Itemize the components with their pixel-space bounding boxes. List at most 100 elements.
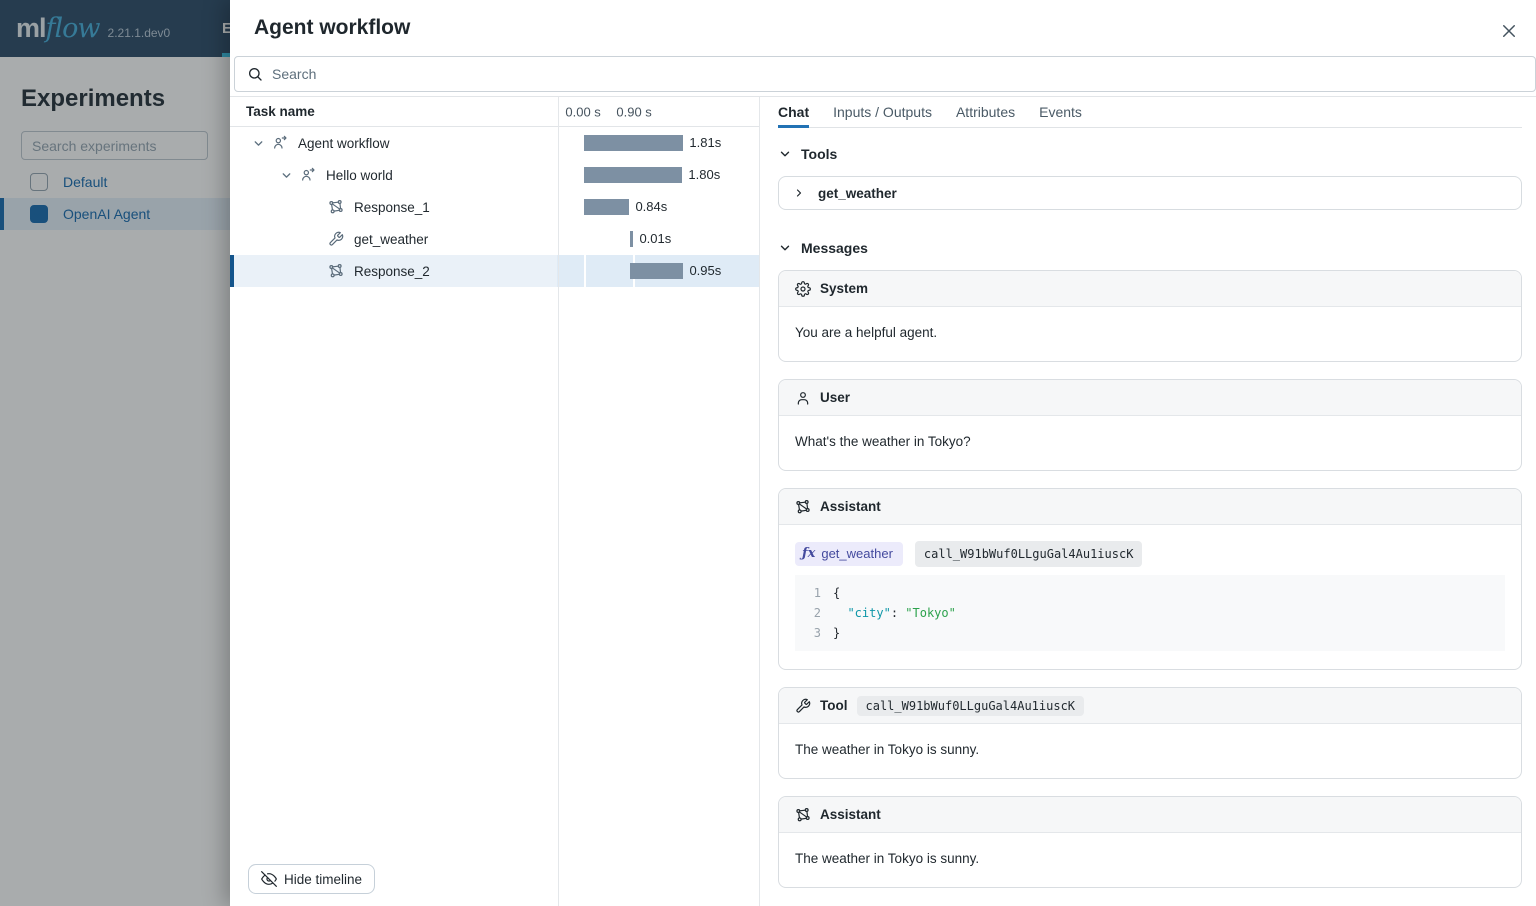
tree-header-row: Task name 0.00 s 0.90 s bbox=[230, 97, 759, 127]
wrench-icon bbox=[328, 231, 344, 247]
tool-call-id: call_W91bWuf0LLguGal4Au1iuscK bbox=[915, 541, 1143, 567]
message-role: Tool bbox=[820, 698, 848, 713]
timeline-cell: 0.01s bbox=[557, 223, 759, 255]
timeline-axis: 0.00 s 0.90 s bbox=[557, 97, 759, 126]
message-card-user: User What's the weather in Tokyo? bbox=[778, 379, 1522, 471]
axis-tick: 0.00 s bbox=[565, 104, 600, 119]
model-icon bbox=[328, 199, 344, 215]
duration-label: 1.81s bbox=[689, 127, 721, 159]
hide-timeline-button[interactable]: Hide timeline bbox=[248, 864, 375, 894]
hide-timeline-label: Hide timeline bbox=[284, 872, 362, 887]
duration-bar[interactable] bbox=[584, 135, 683, 151]
message-role: Assistant bbox=[820, 807, 881, 822]
chevron-down-icon bbox=[778, 147, 792, 161]
timeline-cell: 1.80s bbox=[557, 159, 759, 191]
message-card-header: System bbox=[779, 271, 1521, 307]
tree-row-hello-world[interactable]: Hello world 1.80s bbox=[230, 159, 759, 191]
duration-bar[interactable] bbox=[630, 231, 633, 247]
task-label: Agent workflow bbox=[298, 136, 390, 151]
chevron-down-icon bbox=[778, 241, 792, 255]
message-card-tool: Tool call_W91bWuf0LLguGal4Au1iuscK The w… bbox=[778, 687, 1522, 779]
duration-label: 0.95s bbox=[689, 255, 721, 287]
gear-icon bbox=[795, 281, 811, 297]
tree-indent bbox=[300, 223, 328, 255]
tree-row-agent-workflow[interactable]: Agent workflow 1.81s bbox=[230, 127, 759, 159]
timeline-cell: 1.81s bbox=[557, 127, 759, 159]
messages-section-header[interactable]: Messages bbox=[778, 236, 1522, 260]
function-tag: ƒx get_weather bbox=[795, 542, 903, 566]
tool-definition-get-weather[interactable]: get_weather bbox=[778, 176, 1522, 210]
chevron-right-icon bbox=[793, 187, 805, 199]
line-number: 2 bbox=[795, 603, 821, 623]
tab-attributes[interactable]: Attributes bbox=[956, 97, 1015, 127]
tree-indent bbox=[300, 191, 328, 223]
duration-bar[interactable] bbox=[584, 167, 682, 183]
model-icon bbox=[328, 263, 344, 279]
line-number: 1 bbox=[795, 583, 821, 603]
tool-name-label: get_weather bbox=[818, 186, 897, 201]
agent-icon bbox=[272, 135, 288, 151]
chevron-down-icon[interactable] bbox=[244, 127, 272, 159]
agent-icon bbox=[300, 167, 316, 183]
message-card-header: User bbox=[779, 380, 1521, 416]
message-role: User bbox=[820, 390, 850, 405]
timeline-cell: 0.95s bbox=[557, 255, 759, 287]
function-name: get_weather bbox=[821, 544, 893, 564]
code-text: "city": "Tokyo" bbox=[833, 603, 956, 623]
line-number: 3 bbox=[795, 623, 821, 643]
tools-section-header[interactable]: Tools bbox=[778, 142, 1522, 166]
modal-title: Agent workflow bbox=[254, 16, 410, 40]
tab-inputs-outputs[interactable]: Inputs / Outputs bbox=[833, 97, 932, 127]
task-name-column-header: Task name bbox=[230, 97, 557, 126]
tab-chat[interactable]: Chat bbox=[778, 97, 809, 127]
tree-indent bbox=[300, 255, 328, 287]
tool-call-arguments-code: 1 { 2 "city": "Tokyo" 3 } bbox=[795, 575, 1505, 651]
modal-header: Agent workflow bbox=[230, 0, 1536, 56]
code-text: { bbox=[833, 583, 840, 603]
eye-off-icon bbox=[261, 871, 277, 887]
span-tree-pane: Task name 0.00 s 0.90 s Agent workflow 1… bbox=[230, 97, 760, 906]
message-card-header: Assistant bbox=[779, 797, 1521, 833]
task-label: get_weather bbox=[354, 232, 428, 247]
user-icon bbox=[795, 390, 811, 406]
message-card-assistant-tool-call: Assistant ƒx get_weather call_W91bWuf0LL… bbox=[778, 488, 1522, 670]
trace-search-row bbox=[230, 56, 1536, 96]
trace-search-input[interactable] bbox=[272, 66, 1523, 82]
search-icon bbox=[247, 66, 263, 82]
tree-row-response-2[interactable]: Response_2 0.95s bbox=[230, 255, 759, 287]
tab-events[interactable]: Events bbox=[1039, 97, 1082, 127]
message-text: The weather in Tokyo is sunny. bbox=[779, 724, 1521, 778]
tree-row-get-weather[interactable]: get_weather 0.01s bbox=[230, 223, 759, 255]
tree-row-response-1[interactable]: Response_1 0.84s bbox=[230, 191, 759, 223]
wrench-icon bbox=[795, 698, 811, 714]
span-detail-pane: Chat Inputs / Outputs Attributes Events … bbox=[760, 97, 1536, 906]
timeline-gridline bbox=[584, 255, 586, 287]
message-role: Assistant bbox=[820, 499, 881, 514]
message-role: System bbox=[820, 281, 868, 296]
duration-bar[interactable] bbox=[630, 263, 683, 279]
message-text: What's the weather in Tokyo? bbox=[779, 416, 1521, 470]
messages-section-title: Messages bbox=[801, 240, 868, 256]
column-divider bbox=[558, 97, 559, 906]
duration-label: 0.01s bbox=[639, 223, 671, 255]
task-label: Response_1 bbox=[354, 200, 430, 215]
chevron-down-icon[interactable] bbox=[272, 159, 300, 191]
model-icon bbox=[795, 499, 811, 515]
message-text: The weather in Tokyo is sunny. bbox=[779, 833, 1521, 887]
detail-tabs: Chat Inputs / Outputs Attributes Events bbox=[778, 97, 1522, 128]
duration-label: 0.84s bbox=[635, 191, 667, 223]
message-text: You are a helpful agent. bbox=[779, 307, 1521, 361]
axis-tick: 0.90 s bbox=[616, 104, 651, 119]
message-card-system: System You are a helpful agent. bbox=[778, 270, 1522, 362]
close-icon[interactable] bbox=[1496, 18, 1522, 44]
code-text: } bbox=[833, 623, 840, 643]
timeline-cell: 0.84s bbox=[557, 191, 759, 223]
task-label: Response_2 bbox=[354, 264, 430, 279]
duration-label: 1.80s bbox=[688, 159, 720, 191]
message-card-header: Tool call_W91bWuf0LLguGal4Au1iuscK bbox=[779, 688, 1521, 724]
message-card-header: Assistant bbox=[779, 489, 1521, 525]
message-card-assistant: Assistant The weather in Tokyo is sunny. bbox=[778, 796, 1522, 888]
tools-section-title: Tools bbox=[801, 146, 837, 162]
duration-bar[interactable] bbox=[584, 199, 629, 215]
trace-modal: Agent workflow Task name 0.00 s 0.90 s bbox=[230, 0, 1536, 906]
